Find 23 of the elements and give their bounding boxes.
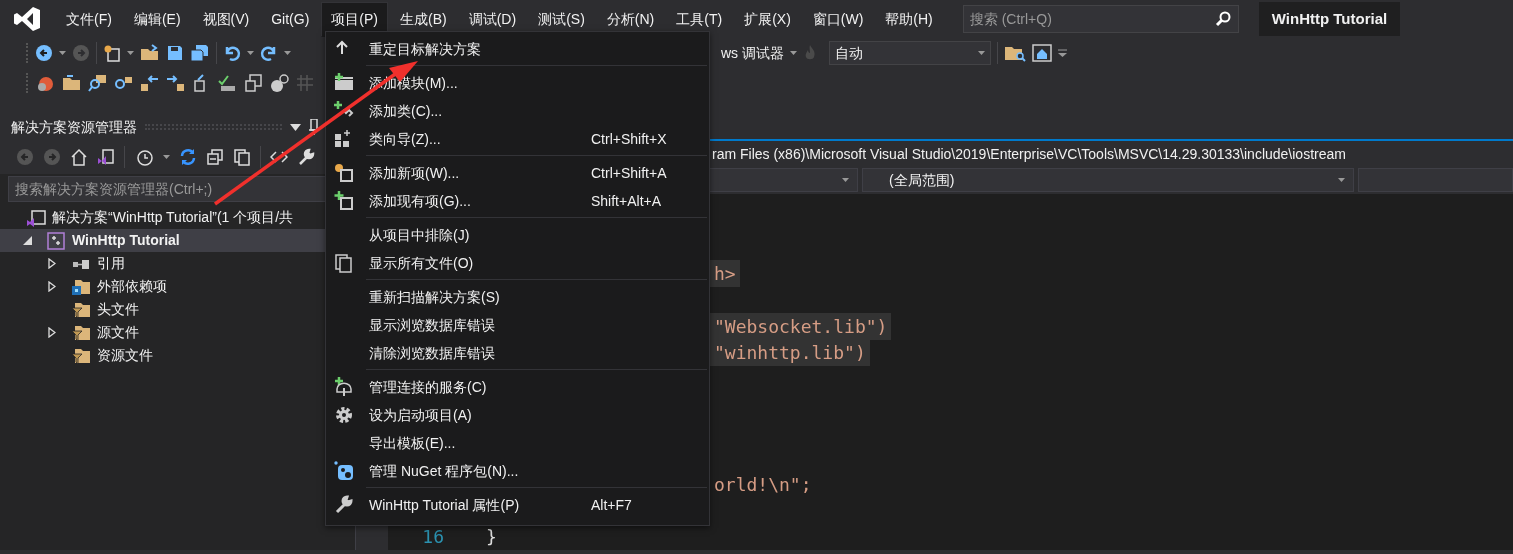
menu-item[interactable]: 扩展(X) [734,1,801,37]
menu-item[interactable]: 视图(V) [192,1,260,37]
line-number: 16 [421,525,444,550]
panel-title: 解决方案资源管理器 [11,117,137,137]
debugger-dropdown[interactable]: ws 调试器 [721,42,784,64]
menu-item[interactable]: 重定目标解决方案 [326,35,709,63]
menu-item[interactable]: 管理连接的服务(C) [326,373,709,401]
menu-item[interactable]: WinHttp Tutorial 属性(P) Alt+F7 [326,491,709,519]
scope-dropdown[interactable]: (全局范围) [862,168,1354,193]
search-field[interactable]: 搜索 (Ctrl+Q) [962,5,1239,33]
code-line: } [485,525,498,550]
menu-item[interactable]: 帮助(H) [875,1,943,37]
config-combo[interactable]: 自动 [829,41,991,65]
menu-item[interactable]: 设为启动项目(A) [326,401,709,429]
menu-item[interactable]: 导出模板(E)... [326,429,709,457]
window-title: WinHttp Tutorial [1258,1,1401,37]
menu-item[interactable]: Git(G) [261,1,320,37]
menu-item[interactable]: 窗口(W) [802,1,874,37]
code-line: orld!\n"; [713,472,813,497]
menu-item[interactable]: 文件(F) [56,1,122,37]
menu-item[interactable]: 添加类(C)... [326,97,709,125]
menu-item[interactable]: 编辑(E) [123,1,191,37]
menu-item[interactable]: 管理 NuGet 程序包(N)... [326,457,709,485]
